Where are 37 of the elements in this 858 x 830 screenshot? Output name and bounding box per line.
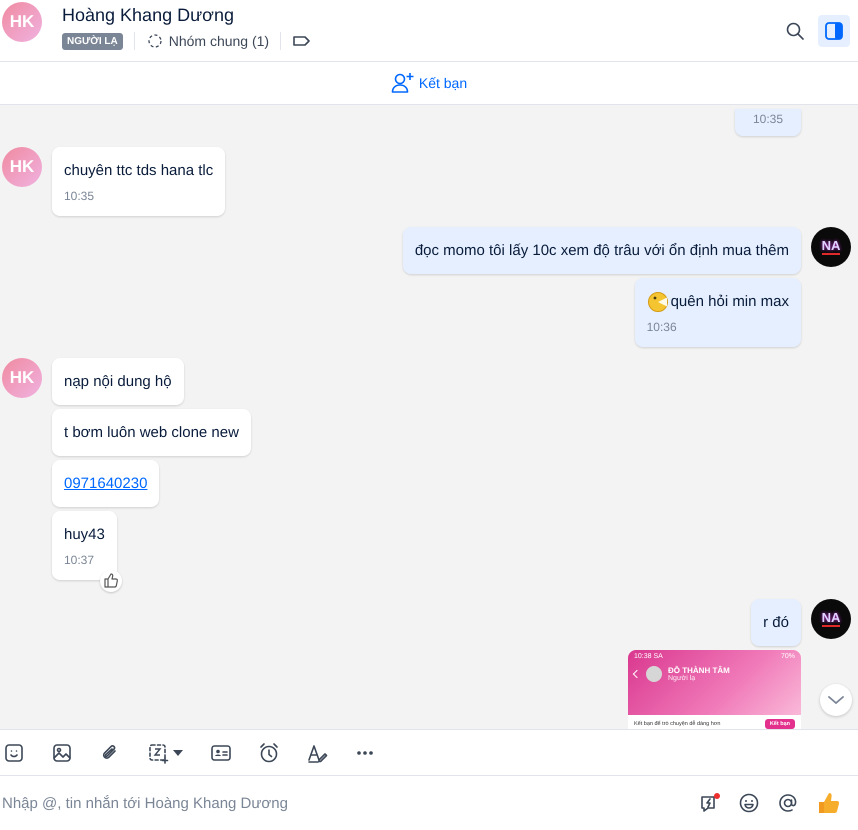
contact-name: Hoàng Khang Dương <box>62 5 235 26</box>
group-icon[interactable] <box>146 32 164 50</box>
sticker-icon[interactable] <box>3 742 25 764</box>
emoji-icon[interactable] <box>738 792 760 814</box>
message-time: 10:35 <box>64 188 96 204</box>
message-text: quên hỏi min max <box>670 292 789 312</box>
avatar[interactable]: NA <box>811 227 851 267</box>
message-text: chuyên ttc tds hana tlc <box>64 161 214 181</box>
chevron-down-icon <box>828 696 844 704</box>
add-friend-button[interactable]: Kết bạn <box>386 70 472 96</box>
emoji-icon <box>646 290 669 312</box>
thumbs-up-icon[interactable] <box>100 570 122 592</box>
thumbs-up-icon[interactable] <box>816 791 842 815</box>
add-person-icon <box>390 72 415 94</box>
message-time: 10:35 <box>752 111 783 127</box>
message-text: r đó <box>763 613 789 633</box>
avatar <box>646 666 662 682</box>
phone-link[interactable]: 0971640230 <box>64 475 148 492</box>
common-groups-link[interactable]: Nhóm chung (1) <box>168 33 270 49</box>
quick-message-icon[interactable] <box>699 792 721 814</box>
image-icon[interactable] <box>51 742 73 764</box>
mention-icon[interactable] <box>777 792 799 814</box>
stranger-tag: NGƯỜI LẠ <box>62 32 123 50</box>
message-time: 10:37 <box>64 552 96 568</box>
search-icon[interactable] <box>784 20 806 42</box>
contact-name: ĐỖ THÀNH TÂM <box>668 666 730 675</box>
message-text: nạp nội dung hộ <box>64 372 172 392</box>
message-text: huy43 <box>64 525 105 545</box>
alarm-clock-icon[interactable] <box>258 742 280 764</box>
panel-toggle-button[interactable] <box>818 14 850 46</box>
panel-icon <box>824 20 844 40</box>
screenshot-icon[interactable] <box>147 742 169 764</box>
message-text: đọc momo tôi lấy 10c xem độ trâu với ổn định mua thêm <box>414 241 789 261</box>
avatar[interactable]: NA <box>811 599 851 639</box>
scroll-down-button[interactable] <box>820 684 852 716</box>
message-time: 10:36 <box>646 319 678 335</box>
message-text: t bơm luôn web clone new <box>64 423 239 443</box>
